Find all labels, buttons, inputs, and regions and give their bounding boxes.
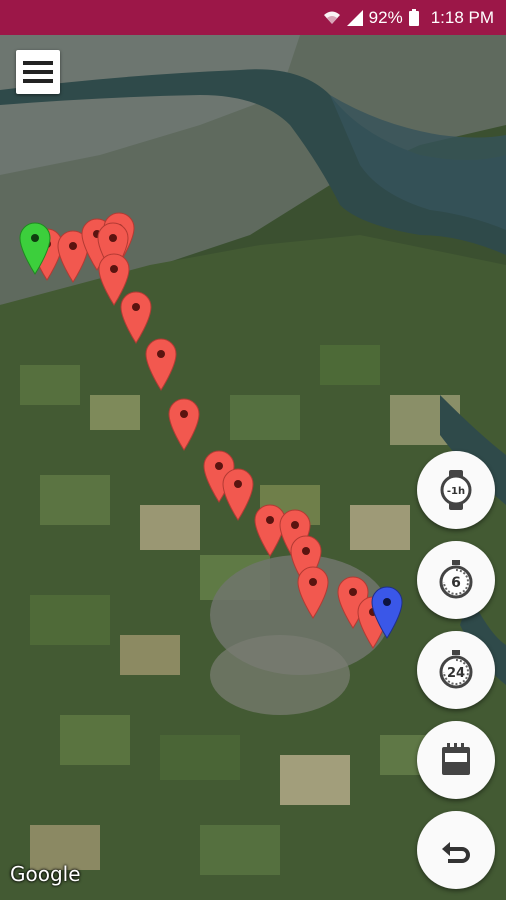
menu-button[interactable] xyxy=(16,50,60,94)
clock-24h-icon: 24 xyxy=(439,650,473,689)
google-attribution: Google xyxy=(10,862,81,886)
undo-arrow-icon xyxy=(442,842,470,863)
track-marker[interactable] xyxy=(167,397,201,451)
wifi-icon xyxy=(323,11,340,24)
status-bar: 92% 1:18 PM xyxy=(0,0,506,35)
hamburger-menu-icon xyxy=(23,61,53,83)
calendar-icon xyxy=(442,743,470,775)
watch-icon: -1h xyxy=(440,470,472,510)
minus-1h-label: -1h xyxy=(447,486,465,497)
back-button[interactable] xyxy=(417,811,495,889)
track-marker[interactable] xyxy=(221,467,255,521)
last-24-button[interactable]: 24 xyxy=(417,631,495,709)
minus-1h-button[interactable]: -1h xyxy=(417,451,495,529)
track-marker[interactable] xyxy=(144,337,178,391)
battery-icon xyxy=(408,9,419,26)
start-marker[interactable] xyxy=(18,221,52,275)
end-marker[interactable] xyxy=(370,585,404,639)
track-marker[interactable] xyxy=(296,565,330,619)
last-24-label: 24 xyxy=(447,666,465,681)
signal-icon xyxy=(346,9,363,26)
battery-percent: 92% xyxy=(368,7,403,27)
track-marker[interactable] xyxy=(119,290,153,344)
calendar-button[interactable] xyxy=(417,721,495,799)
clock-time: 1:18 PM xyxy=(430,7,494,27)
stopwatch-icon: 6 xyxy=(439,560,473,599)
last-6-button[interactable]: 6 xyxy=(417,541,495,619)
last-6-label: 6 xyxy=(451,575,461,591)
